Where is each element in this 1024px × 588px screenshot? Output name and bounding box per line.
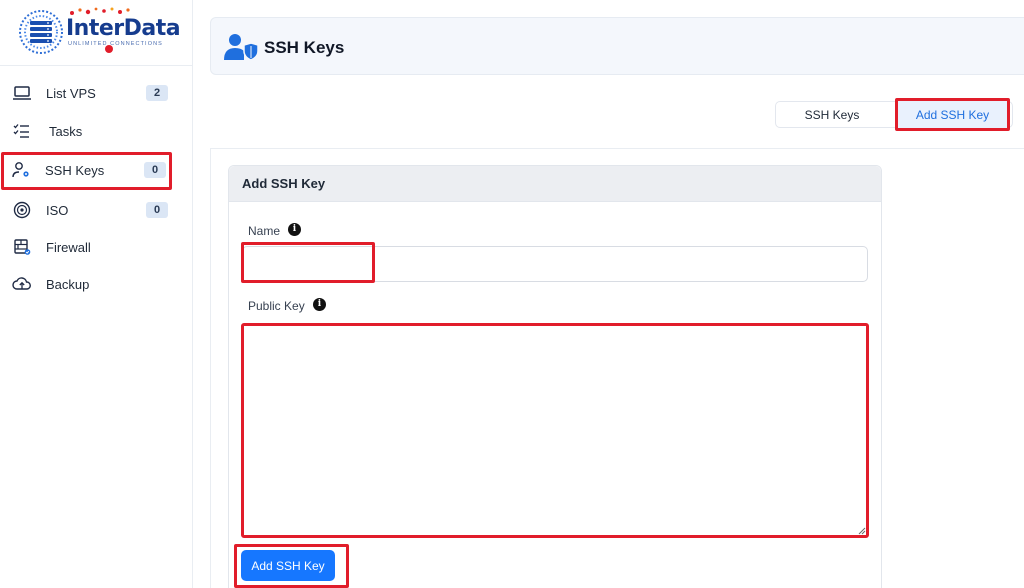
tab-group: SSH Keys Add SSH Key [775,98,1013,131]
public-key-textarea[interactable] [241,323,869,538]
sidebar-item-backup[interactable]: Backup [6,267,172,301]
sidebar-item-ssh-keys[interactable]: SSH Keys 0 [1,152,172,190]
public-key-label: Public Key [248,299,305,313]
brand-logo[interactable]: InterData UNLIMITED CONNECTIONS [0,0,193,66]
logo-ball-icon [105,45,113,53]
laptop-icon [13,86,31,100]
sidebar-item-iso[interactable]: ISO 0 [6,193,172,227]
name-label: Name [248,224,281,238]
sidebar-item-label: Tasks [49,124,83,139]
sidebar-item-tasks[interactable]: Tasks [6,114,172,148]
cloud-upload-icon [12,277,31,290]
sidebar-item-label: Firewall [46,240,91,255]
count-badge: 2 [146,85,168,101]
page-title: SSH Keys [264,38,345,57]
sidebar-item-list-vps[interactable]: List VPS 2 [6,76,172,110]
sidebar-item-label: SSH Keys [45,163,105,178]
tab-add-ssh-key[interactable]: Add SSH Key [895,98,1010,131]
user-shield-icon [224,34,259,61]
brand-tagline: UNLIMITED CONNECTIONS [68,41,163,47]
card-title: Add SSH Key [229,166,881,202]
sidebar-item-label: List VPS [46,86,96,101]
firewall-icon [14,239,31,255]
brand-name: InterData [66,16,181,41]
info-icon[interactable]: i [288,223,301,236]
disc-icon [13,201,31,219]
info-icon[interactable]: i [313,298,326,311]
count-badge: 0 [144,162,166,178]
resize-grip-icon[interactable] [858,527,866,535]
add-ssh-key-button[interactable]: Add SSH Key [241,550,335,581]
tab-ssh-keys[interactable]: SSH Keys [776,102,888,127]
task-list-icon [13,124,29,138]
count-badge: 0 [146,202,168,218]
sidebar: InterData UNLIMITED CONNECTIONS List VPS… [0,0,193,588]
globe-icon [19,10,63,54]
sidebar-item-label: ISO [46,203,69,218]
sidebar-item-label: Backup [46,277,90,292]
page-header: SSH Keys [210,17,1024,75]
user-key-icon [12,162,29,178]
name-input[interactable] [242,246,868,282]
sidebar-item-firewall[interactable]: Firewall [6,230,172,264]
